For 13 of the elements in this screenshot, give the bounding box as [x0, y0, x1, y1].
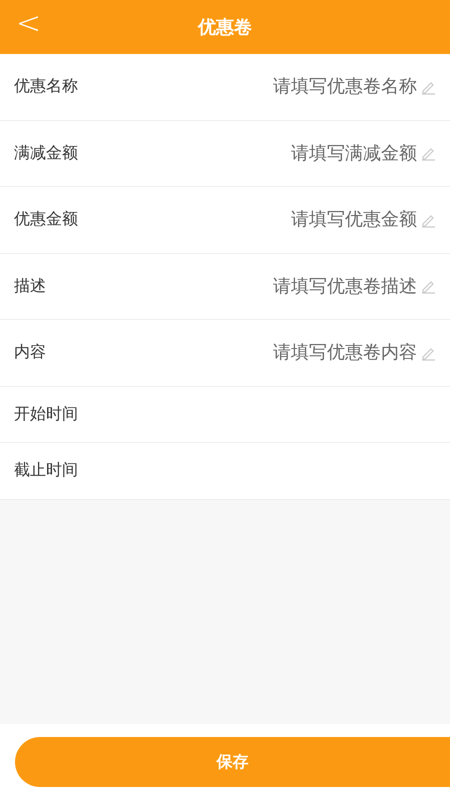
- text-input[interactable]: 请填写优惠金额: [289, 209, 417, 230]
- field-label: 描述: [14, 276, 46, 297]
- text-input[interactable]: 请填写优惠卷内容: [271, 342, 417, 364]
- text-input[interactable]: 请填写满减金额: [289, 142, 417, 164]
- field-label: 优惠名称: [14, 76, 78, 98]
- field-label: 内容: [14, 342, 46, 364]
- field-label: 满减金额: [14, 142, 78, 164]
- date-picker-row[interactable]: 开始时间: [0, 386, 450, 443]
- field-label: 优惠金额: [14, 209, 78, 230]
- date-picker-row[interactable]: 截止时间: [0, 443, 450, 500]
- page-title: 优惠卷: [198, 16, 252, 39]
- text-input[interactable]: 请填写优惠卷名称: [271, 76, 417, 98]
- text-input[interactable]: 请填写优惠卷描述: [271, 276, 417, 297]
